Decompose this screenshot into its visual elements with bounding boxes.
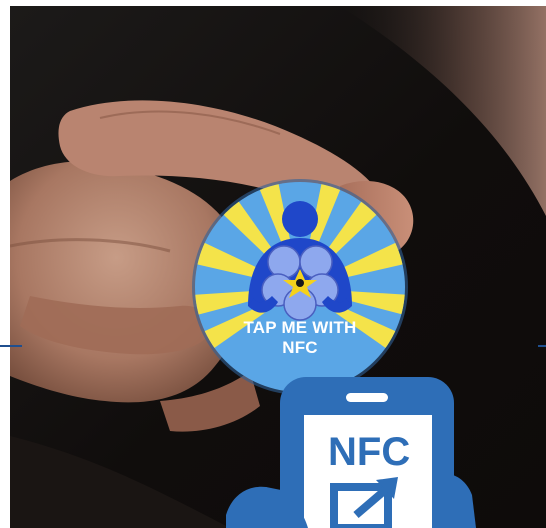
nfc-icon-label: NFC bbox=[328, 430, 411, 474]
divider-line-left bbox=[0, 345, 22, 347]
divider-line-right bbox=[538, 345, 546, 347]
badge-caption-line1: TAP ME WITH bbox=[243, 318, 357, 337]
badge-caption: TAP ME WITH NFC bbox=[196, 318, 404, 358]
badge-caption-line2: NFC bbox=[282, 338, 318, 357]
speaker-slot-icon bbox=[346, 393, 388, 402]
